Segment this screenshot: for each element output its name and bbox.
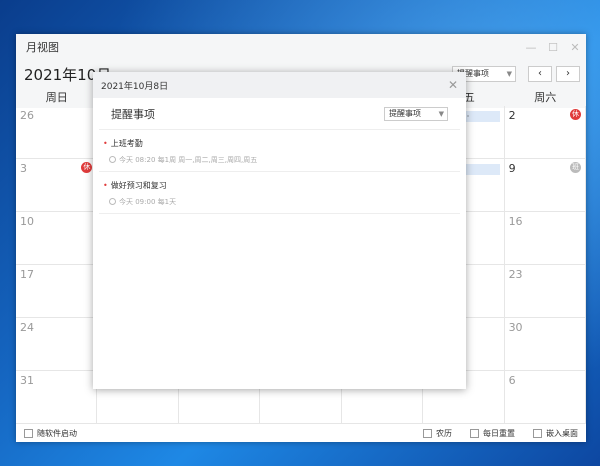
chevron-down-icon: ▼ — [438, 109, 444, 118]
reminder-detail: 今天 09:00 每1天 — [119, 198, 177, 206]
day-number: 30 — [508, 321, 523, 334]
clock-icon — [109, 156, 116, 163]
day-number: 10 — [20, 215, 34, 228]
checkbox-box — [24, 428, 33, 438]
dialog-select-value: 提醒事项 — [389, 108, 421, 118]
window-title: 月视图 — [26, 41, 59, 54]
daily-reset-checkbox[interactable]: 每日重置 — [470, 428, 515, 439]
day-cell[interactable]: 3休 — [16, 159, 98, 212]
dialog-titlebar: 2021年10月8日 ✕ — [93, 72, 466, 98]
day-cell[interactable]: 17 — [16, 265, 98, 318]
weekday-label: 周六 — [534, 91, 557, 104]
day-number: 26 — [20, 109, 34, 122]
reminder-dialog: 2021年10月8日 ✕ 提醒事项 提醒事项 ▼ • 上班考勤 今天 08:20 … — [93, 72, 466, 389]
close-icon[interactable]: ✕ — [448, 78, 458, 92]
reminder-detail: 今天 08:20 每1周 周一,周二,周三,周四,周五 — [119, 156, 258, 164]
lunar-checkbox[interactable]: 农历 — [423, 428, 452, 439]
day-cell[interactable]: 23 — [504, 265, 586, 318]
day-cell[interactable]: 9班 — [504, 159, 586, 212]
dialog-header-title: 提醒事项 — [111, 107, 155, 121]
autostart-checkbox[interactable]: 随软件启动 — [24, 428, 77, 439]
day-number: 31 — [20, 374, 34, 387]
holiday-badge: 休 — [570, 109, 581, 120]
day-cell[interactable]: 16 — [504, 212, 586, 265]
window-footer: 随软件启动 农历 每日重置 嵌入桌面 — [16, 424, 586, 442]
reminder-item[interactable]: • 做好预习和复习 今天 09:00 每1天 — [99, 172, 460, 214]
embed-desktop-checkbox[interactable]: 嵌入桌面 — [533, 428, 578, 439]
window-titlebar: 月视图 — ☐ ✕ — [16, 34, 586, 60]
day-number: 16 — [508, 215, 523, 228]
prev-month-button[interactable]: ‹ — [528, 66, 552, 82]
autostart-label: 随软件启动 — [37, 428, 77, 438]
day-number: 6 — [508, 374, 516, 387]
dialog-reminder-select[interactable]: 提醒事项 ▼ — [384, 106, 448, 121]
day-number: 24 — [20, 321, 34, 334]
day-cell[interactable]: 26 — [16, 106, 98, 159]
checkbox-box — [470, 428, 479, 438]
day-cell[interactable]: 10 — [16, 212, 98, 265]
day-number: 17 — [20, 268, 34, 281]
dialog-title: 2021年10月8日 — [101, 81, 169, 92]
day-cell[interactable]: 6 — [504, 371, 586, 424]
next-month-button[interactable]: › — [556, 66, 580, 82]
bullet-icon: • — [103, 139, 108, 148]
holiday-badge: 班 — [570, 162, 581, 173]
reminder-item[interactable]: • 上班考勤 今天 08:20 每1周 周一,周二,周三,周四,周五 — [99, 130, 460, 172]
reminder-name: 做好预习和复习 — [110, 181, 167, 190]
checkbox-box — [423, 428, 432, 438]
minimize-icon[interactable]: — — [520, 36, 542, 58]
lunar-label: 农历 — [436, 428, 452, 438]
close-icon[interactable]: ✕ — [564, 36, 586, 58]
checkbox-box — [533, 428, 542, 438]
daily-reset-label: 每日重置 — [483, 428, 515, 438]
day-cell[interactable]: 2休 — [504, 106, 586, 159]
day-cell[interactable]: 24 — [16, 318, 98, 371]
day-cell[interactable]: 31 — [16, 371, 98, 424]
chevron-down-icon: ▼ — [506, 70, 512, 78]
day-cell[interactable]: 30 — [504, 318, 586, 371]
day-number: 23 — [508, 268, 523, 281]
clock-icon — [109, 198, 116, 205]
embed-desktop-label: 嵌入桌面 — [546, 428, 578, 438]
weekday-label: 周日 — [45, 91, 68, 104]
maximize-icon[interactable]: ☐ — [542, 36, 564, 58]
dialog-header: 提醒事项 提醒事项 ▼ — [99, 98, 460, 130]
reminder-name: 上班考勤 — [110, 139, 143, 148]
bullet-icon: • — [103, 181, 108, 190]
